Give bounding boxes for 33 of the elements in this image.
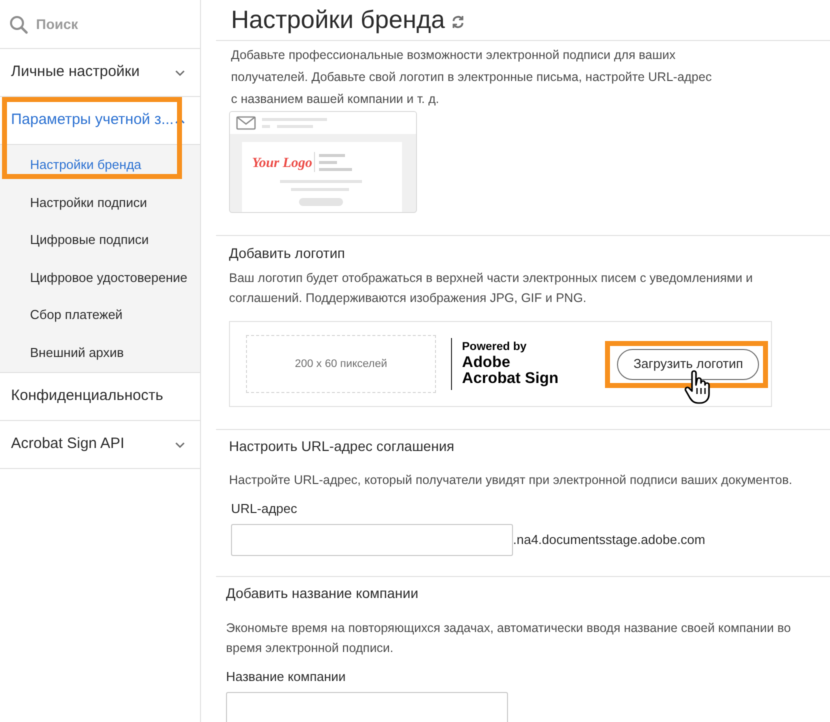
brand-name-text: Adobe [462,354,512,372]
upload-logo-button[interactable]: Загрузить логотип [617,348,760,380]
domain-suffix-text: .na4.documentsstage.adobe.com [513,531,706,550]
logo-dropzone[interactable]: 200 x 60 пикселей [246,335,436,393]
sidebar-subitem[interactable]: Цифровое удостоверение [0,258,200,296]
intro-text: Добавьте профессиональные возможности электронной подписи для ваших получателей. Добавьте свой логотип в электронные письма, настройте URL-адрес с названием вашей компании и т. д. [231,47,713,108]
field-label: Название компании [226,668,347,686]
envelope-icon [236,116,256,130]
logo-placeholder-text: Your Logo [252,155,312,173]
url-input-field[interactable] [231,524,513,556]
section-description: Экономьте время на повторяющихся задачах, автоматически вводя название своей компании во время электронной подписи. [226,620,792,657]
section-heading: Настроить URL-адрес соглашения [229,437,456,456]
search-icon [9,14,28,34]
field-label: URL-адрес [231,500,298,518]
refresh-icon[interactable] [450,15,465,29]
sidebar-item[interactable]: Acrobat Sign API [0,421,200,469]
powered-by-text: Powered by [462,340,528,353]
sidebar-subitem[interactable]: Сбор платежей [0,296,200,334]
page-title: Настройки бренда [231,8,445,32]
sidebar-subitem[interactable]: Настройки подписи [0,184,200,221]
sidebar-item[interactable]: Личные настройки [0,49,200,97]
search-field[interactable]: Поиск [36,14,186,34]
brand-name-text: Acrobat Sign [462,371,558,388]
sidebar-item[interactable]: Конфиденциальность [0,373,200,421]
section-heading: Добавить логотип [229,244,346,263]
company-name-input-field[interactable] [226,692,508,722]
sidebar-subitem[interactable]: Цифровые подписи [0,221,200,258]
section-description: Ваш логотип будет отображаться в верхней части электронных писем с уведомлениями и соглашений. Поддерживаются изображения JPG, GIF и PNG. [229,270,754,307]
section-description: Настройте URL-адрес, который получатели увидят при электронной подписи ваших документов. [229,472,794,489]
sidebar-subitem[interactable]: Внешний архив [0,334,200,371]
sidebar-subitem[interactable]: Настройки бренда [0,146,200,184]
section-heading: Добавить название компании [226,584,420,603]
pointer-hand-icon [684,370,712,406]
